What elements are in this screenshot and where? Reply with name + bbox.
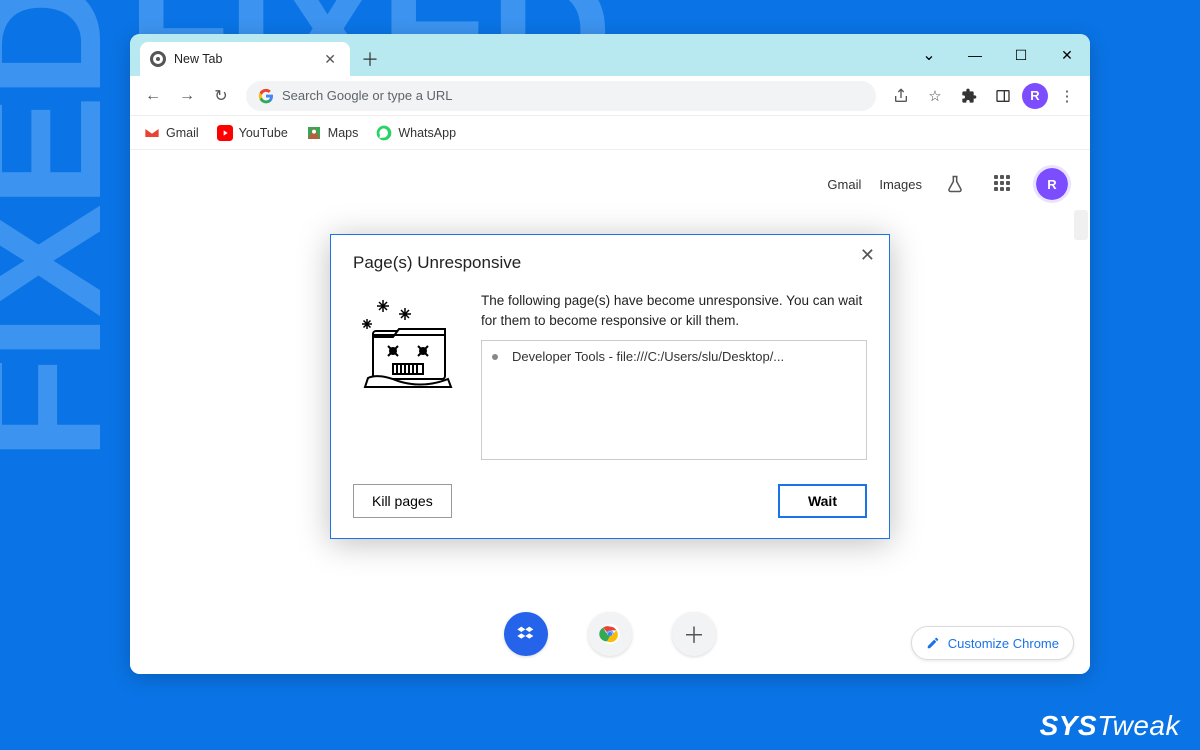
minimize-button[interactable]: — bbox=[952, 34, 998, 76]
ntp-shortcuts: ＋ bbox=[504, 612, 716, 656]
frozen-folder-icon bbox=[353, 291, 463, 401]
close-window-button[interactable]: ✕ bbox=[1044, 34, 1090, 76]
youtube-icon bbox=[217, 125, 233, 141]
scrollbar[interactable] bbox=[1074, 210, 1088, 240]
bookmark-maps[interactable]: Maps bbox=[306, 125, 359, 141]
systweak-watermark: SYSTweak bbox=[1040, 710, 1180, 742]
bookmarks-bar: Gmail YouTube Maps WhatsApp bbox=[130, 116, 1090, 150]
labs-icon[interactable] bbox=[940, 169, 970, 199]
toolbar: ← → ↻ Search Google or type a URL ☆ R ⋮ bbox=[130, 76, 1090, 116]
add-shortcut-button[interactable]: ＋ bbox=[672, 612, 716, 656]
bullet-icon bbox=[492, 354, 498, 360]
ntp-images-link[interactable]: Images bbox=[879, 177, 922, 192]
unresponsive-dialog: ✕ Page(s) Unresponsive bbox=[330, 234, 890, 539]
window-controls: ⌄ — ☐ ✕ bbox=[906, 34, 1090, 76]
shortcut-dropbox[interactable] bbox=[504, 612, 548, 656]
side-panel-icon[interactable] bbox=[988, 81, 1018, 111]
kebab-menu-icon[interactable]: ⋮ bbox=[1052, 81, 1082, 111]
whatsapp-icon bbox=[376, 125, 392, 141]
bookmark-youtube[interactable]: YouTube bbox=[217, 125, 288, 141]
address-bar[interactable]: Search Google or type a URL bbox=[246, 81, 876, 111]
dialog-page-list: Developer Tools - file:///C:/Users/slu/D… bbox=[481, 340, 867, 460]
google-apps-icon[interactable] bbox=[988, 169, 1018, 199]
customize-chrome-button[interactable]: Customize Chrome bbox=[911, 626, 1074, 660]
plus-icon: ＋ bbox=[683, 618, 705, 650]
wait-button[interactable]: Wait bbox=[778, 484, 867, 518]
kill-pages-button[interactable]: Kill pages bbox=[353, 484, 452, 518]
omnibox-placeholder: Search Google or type a URL bbox=[282, 88, 453, 103]
dialog-message: The following page(s) have become unresp… bbox=[481, 291, 867, 330]
profile-avatar[interactable]: R bbox=[1022, 83, 1048, 109]
browser-tab[interactable]: New Tab ✕ bbox=[140, 42, 350, 76]
chrome-favicon-icon bbox=[150, 51, 166, 67]
forward-button[interactable]: → bbox=[172, 81, 202, 111]
dialog-title: Page(s) Unresponsive bbox=[353, 253, 867, 273]
gmail-icon bbox=[144, 125, 160, 141]
maximize-button[interactable]: ☐ bbox=[998, 34, 1044, 76]
bookmark-whatsapp[interactable]: WhatsApp bbox=[376, 125, 456, 141]
back-button[interactable]: ← bbox=[138, 81, 168, 111]
list-item[interactable]: Developer Tools - file:///C:/Users/slu/D… bbox=[492, 349, 856, 364]
tab-search-button[interactable]: ⌄ bbox=[906, 34, 952, 76]
shortcut-chrome[interactable] bbox=[588, 612, 632, 656]
extensions-icon[interactable] bbox=[954, 81, 984, 111]
google-icon bbox=[258, 88, 274, 104]
new-tab-button[interactable]: ＋ bbox=[356, 45, 384, 73]
ntp-header: Gmail Images R bbox=[827, 168, 1068, 200]
bookmark-gmail[interactable]: Gmail bbox=[144, 125, 199, 141]
chrome-window: New Tab ✕ ＋ ⌄ — ☐ ✕ ← → ↻ Search Google … bbox=[130, 34, 1090, 674]
reload-button[interactable]: ↻ bbox=[206, 81, 236, 111]
tab-title: New Tab bbox=[174, 52, 222, 66]
maps-icon bbox=[306, 125, 322, 141]
bookmark-star-icon[interactable]: ☆ bbox=[920, 81, 950, 111]
tab-close-icon[interactable]: ✕ bbox=[320, 49, 340, 70]
pencil-icon bbox=[926, 636, 940, 650]
title-bar: New Tab ✕ ＋ ⌄ — ☐ ✕ bbox=[130, 34, 1090, 76]
share-icon[interactable] bbox=[886, 81, 916, 111]
ntp-profile-avatar[interactable]: R bbox=[1036, 168, 1068, 200]
dialog-close-icon[interactable]: ✕ bbox=[860, 245, 875, 266]
ntp-gmail-link[interactable]: Gmail bbox=[827, 177, 861, 192]
